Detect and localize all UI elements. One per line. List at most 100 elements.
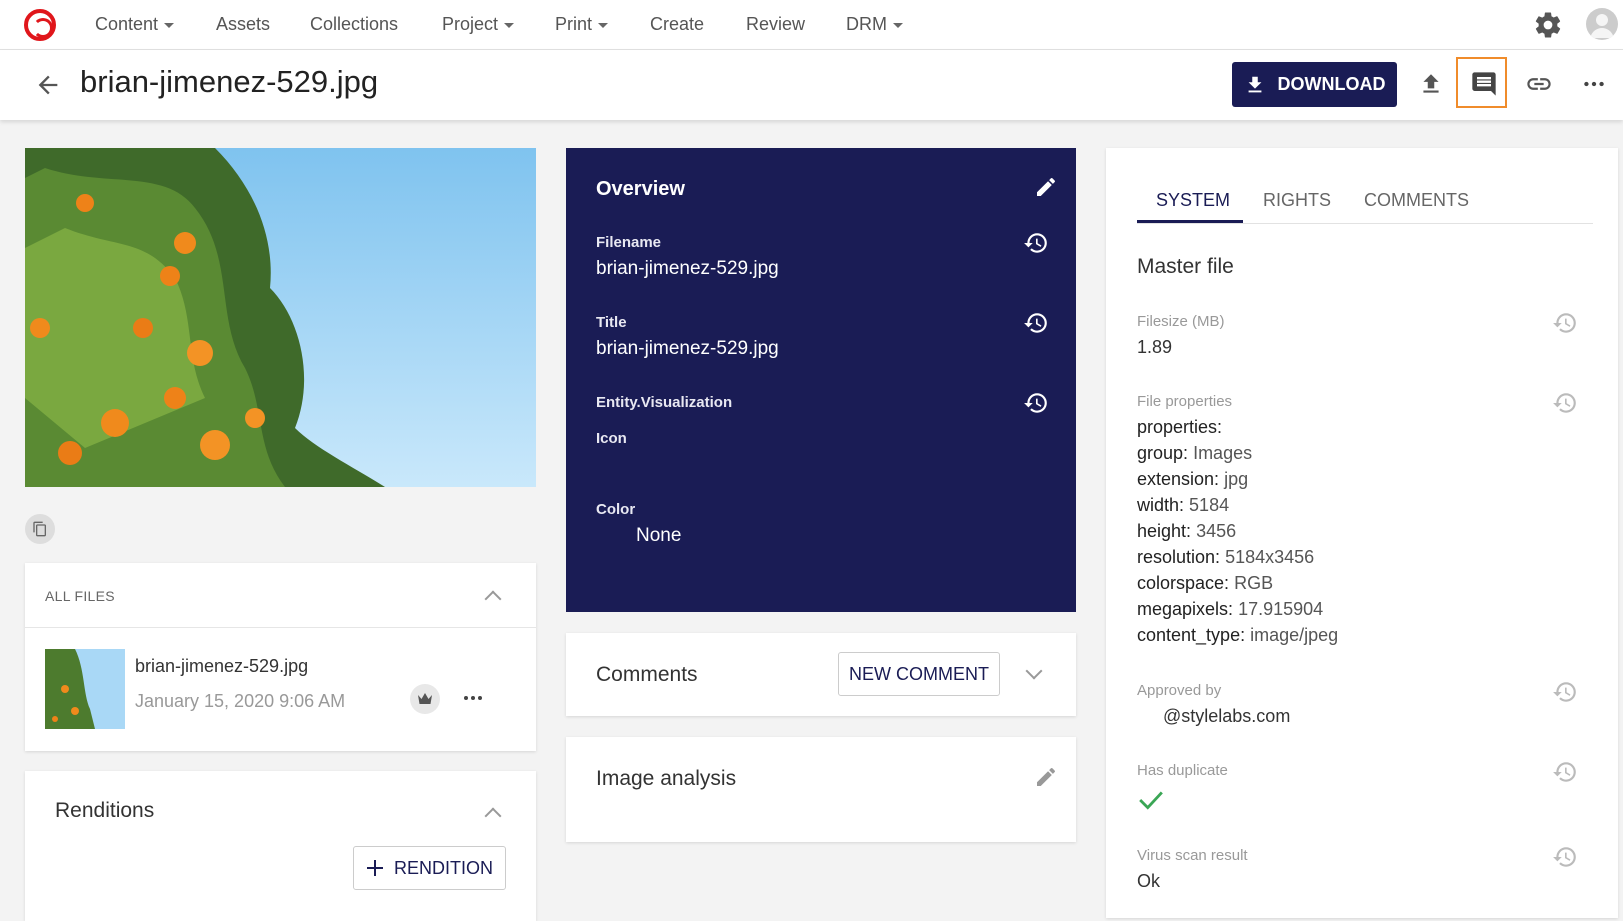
property-line: colorspace: RGB	[1137, 573, 1273, 594]
chevron-down-icon[interactable]	[1025, 662, 1043, 680]
image-analysis-heading: Image analysis	[596, 767, 737, 790]
add-rendition-label: RENDITION	[394, 857, 493, 878]
history-icon[interactable]	[1022, 309, 1050, 337]
history-icon[interactable]	[1022, 229, 1050, 257]
property-key: content_type:	[1137, 625, 1246, 645]
app-logo-icon[interactable]	[24, 9, 56, 41]
add-rendition-button[interactable]: RENDITION	[353, 846, 506, 890]
title-label: Title	[596, 314, 627, 331]
edit-pencil-icon[interactable]	[1032, 763, 1060, 791]
file-thumbnail[interactable]	[45, 649, 125, 729]
plus-icon	[367, 860, 383, 876]
property-value: 17.915904	[1238, 599, 1324, 619]
property-line: height: 3456	[1137, 521, 1236, 542]
visualization-label: Entity.Visualization	[596, 394, 733, 411]
gear-icon[interactable]	[1533, 10, 1563, 40]
master-file-heading: Master file	[1137, 255, 1234, 278]
chevron-up-icon[interactable]	[484, 807, 502, 825]
property-line: megapixels: 17.915904	[1137, 599, 1323, 620]
upload-icon[interactable]	[1413, 66, 1449, 102]
nav-print[interactable]: Print	[555, 14, 609, 35]
property-key: properties:	[1137, 417, 1223, 437]
tab-rights[interactable]: RIGHTS	[1263, 190, 1331, 211]
property-value: image/jpeg	[1250, 625, 1339, 645]
filename-label: Filename	[596, 234, 662, 251]
chevron-down-icon	[164, 22, 175, 28]
nav-content-label: Content	[95, 14, 159, 34]
nav-review-label: Review	[746, 14, 806, 34]
property-key: resolution:	[1137, 547, 1221, 567]
history-icon[interactable]	[1551, 389, 1579, 417]
tab-system[interactable]: SYSTEM	[1156, 190, 1230, 211]
overview-heading: Overview	[596, 178, 685, 200]
property-value: RGB	[1234, 573, 1274, 593]
property-line: extension: jpg	[1137, 469, 1248, 490]
nav-create-label: Create	[650, 14, 705, 34]
copy-icon[interactable]	[25, 514, 55, 544]
nav-drm[interactable]: DRM	[846, 14, 903, 35]
approved-by-label: Approved by	[1137, 682, 1222, 699]
more-options-icon[interactable]	[1576, 66, 1612, 102]
history-icon[interactable]	[1551, 843, 1579, 871]
asset-preview-image[interactable]	[25, 148, 536, 487]
virus-scan-value: Ok	[1137, 871, 1161, 891]
color-value: None	[636, 525, 682, 546]
system-details-panel: SYSTEM RIGHTS COMMENTS Master file Files…	[1106, 148, 1618, 918]
nav-assets[interactable]: Assets	[216, 14, 270, 35]
filename-value: brian-jimenez-529.jpg	[596, 258, 779, 279]
comments-heading: Comments	[596, 663, 698, 686]
nav-drm-label: DRM	[846, 14, 887, 34]
comment-icon[interactable]	[1466, 66, 1502, 102]
history-icon[interactable]	[1022, 389, 1050, 417]
avatar[interactable]	[1586, 8, 1618, 40]
asset-title-bar: brian-jimenez-529.jpg DOWNLOAD	[0, 50, 1623, 120]
top-navigation: Content Assets Collections Project Print…	[0, 0, 1623, 50]
history-icon[interactable]	[1551, 309, 1579, 337]
nav-content[interactable]: Content	[95, 14, 175, 35]
nav-create[interactable]: Create	[650, 14, 704, 35]
tabs-divider	[1137, 223, 1593, 224]
overview-card: Overview Filename brian-jimenez-529.jpg …	[566, 148, 1076, 612]
property-line: content_type: image/jpeg	[1137, 625, 1338, 646]
property-key: group:	[1137, 443, 1189, 463]
file-name[interactable]: brian-jimenez-529.jpg	[135, 656, 308, 677]
all-files-card: ALL FILES brian-jimenez-529.jpg January …	[25, 563, 536, 751]
download-button[interactable]: DOWNLOAD	[1232, 62, 1397, 107]
property-value: 5184	[1189, 495, 1230, 515]
property-value: Images	[1193, 443, 1253, 463]
link-icon[interactable]	[1521, 66, 1557, 102]
nav-collections-label: Collections	[310, 14, 399, 34]
property-key: megapixels:	[1137, 599, 1234, 619]
new-comment-button[interactable]: NEW COMMENT	[838, 652, 1000, 696]
nav-collections[interactable]: Collections	[310, 14, 398, 35]
chevron-down-icon	[598, 22, 609, 28]
file-more-icon[interactable]	[461, 686, 485, 714]
check-icon	[1137, 786, 1165, 814]
download-label: DOWNLOAD	[1277, 74, 1386, 94]
nav-review[interactable]: Review	[746, 14, 805, 35]
edit-pencil-icon[interactable]	[1032, 173, 1060, 201]
property-line: properties:	[1137, 417, 1222, 438]
download-icon	[1248, 76, 1261, 92]
crown-icon[interactable]	[410, 684, 440, 714]
property-key: height:	[1137, 521, 1192, 541]
renditions-card: Renditions RENDITION	[25, 771, 536, 921]
nav-project-label: Project	[442, 14, 499, 34]
file-properties-label: File properties	[1137, 393, 1233, 410]
all-files-header[interactable]: ALL FILES	[25, 563, 536, 628]
renditions-heading: Renditions	[55, 799, 155, 822]
property-value: 5184x3456	[1225, 547, 1315, 567]
tab-comments[interactable]: COMMENTS	[1364, 190, 1469, 211]
history-icon[interactable]	[1551, 678, 1579, 706]
icon-label: Icon	[596, 430, 627, 447]
chevron-down-icon	[504, 22, 515, 28]
history-icon[interactable]	[1551, 758, 1579, 786]
back-arrow-icon[interactable]	[34, 71, 62, 99]
chevron-down-icon	[893, 22, 903, 28]
virus-scan-label: Virus scan result	[1137, 847, 1248, 864]
active-tab-indicator	[1137, 220, 1243, 223]
chevron-up-icon[interactable]	[484, 590, 502, 608]
color-label: Color	[596, 501, 636, 518]
nav-project[interactable]: Project	[442, 14, 515, 35]
property-line: group: Images	[1137, 443, 1252, 464]
